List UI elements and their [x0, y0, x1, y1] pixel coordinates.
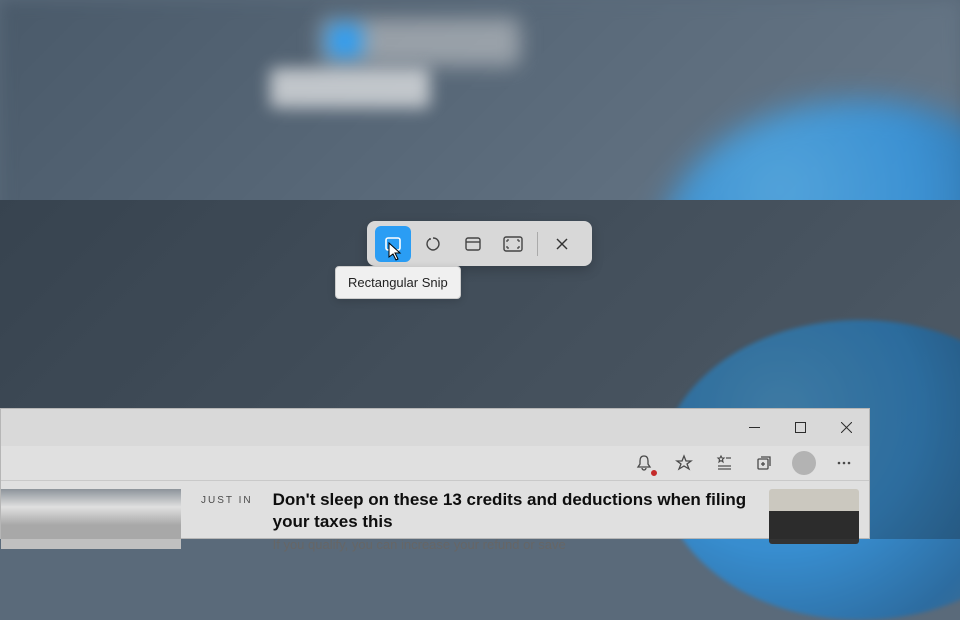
- article-headline: Don't sleep on these 13 credits and dedu…: [273, 489, 749, 533]
- minimize-icon: [749, 422, 760, 433]
- notifications-button[interactable]: [627, 446, 661, 480]
- star-icon: [675, 454, 693, 472]
- just-in-badge: JUST IN: [201, 489, 253, 506]
- fullscreen-snip-button[interactable]: [495, 226, 531, 262]
- minimize-button[interactable]: [731, 409, 777, 446]
- favorites-list-button[interactable]: [707, 446, 741, 480]
- more-button[interactable]: [827, 446, 861, 480]
- close-icon: [841, 422, 852, 433]
- close-window-button[interactable]: [823, 409, 869, 446]
- article-side-image: [769, 489, 859, 544]
- freeform-icon: [424, 235, 442, 253]
- maximize-button[interactable]: [777, 409, 823, 446]
- tooltip-reflection: [270, 68, 430, 108]
- news-content: JUST IN Don't sleep on these 13 credits …: [1, 481, 869, 560]
- window-snip-button[interactable]: [455, 226, 491, 262]
- snip-tooltip: Rectangular Snip: [335, 266, 461, 299]
- star-list-icon: [715, 454, 733, 472]
- window-title-bar: [1, 409, 869, 446]
- article-subline: If you qualify, you can increase your re…: [273, 537, 749, 552]
- freeform-snip-button[interactable]: [415, 226, 451, 262]
- notification-badge: [650, 469, 658, 477]
- toolbar-divider: [537, 232, 538, 256]
- article-thumbnail: [1, 489, 181, 549]
- snip-toolbar-reflection: [320, 18, 520, 66]
- profile-button[interactable]: [787, 446, 821, 480]
- browser-window: JUST IN Don't sleep on these 13 credits …: [0, 408, 870, 539]
- favorite-button[interactable]: [667, 446, 701, 480]
- close-icon: [555, 237, 569, 251]
- fullscreen-icon: [503, 236, 523, 252]
- mouse-cursor: [388, 242, 404, 262]
- browser-toolbar: [1, 446, 869, 481]
- avatar-icon: [792, 451, 816, 475]
- collections-button[interactable]: [747, 446, 781, 480]
- more-icon: [835, 454, 853, 472]
- article-text[interactable]: Don't sleep on these 13 credits and dedu…: [273, 489, 749, 552]
- window-icon: [464, 235, 482, 253]
- close-snip-button[interactable]: [544, 226, 580, 262]
- collections-icon: [755, 454, 773, 472]
- maximize-icon: [795, 422, 806, 433]
